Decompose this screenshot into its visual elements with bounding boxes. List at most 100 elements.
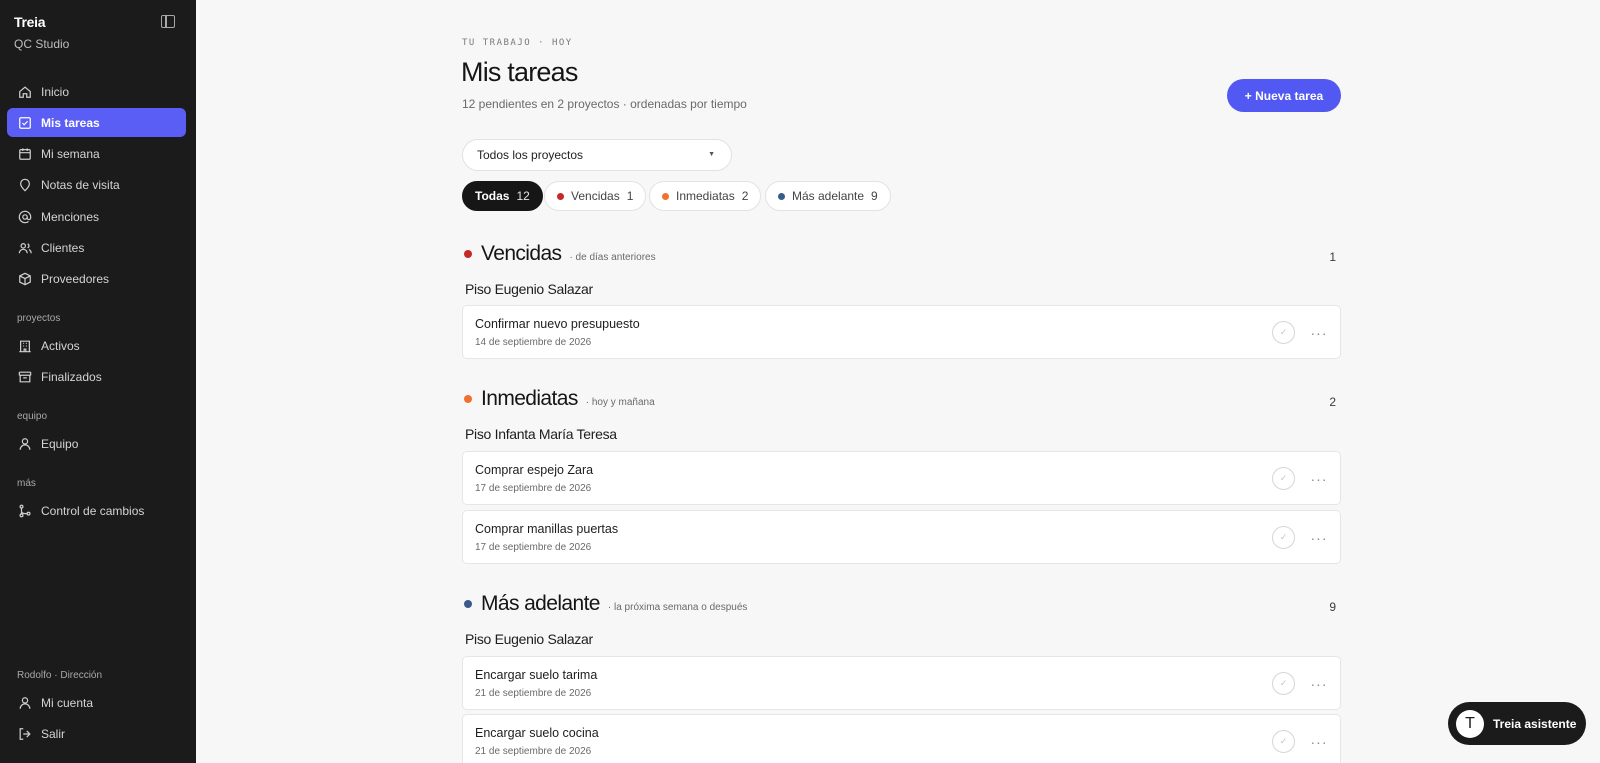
- assistant-label: Treia asistente: [1493, 716, 1577, 731]
- nav-label: Mi semana: [41, 146, 100, 161]
- nav-item-mi-cuenta[interactable]: Mi cuenta: [7, 688, 186, 717]
- nav-item-menciones[interactable]: Menciones: [7, 202, 186, 231]
- complete-check-icon[interactable]: ✓: [1272, 321, 1295, 344]
- nav-label: Salir: [41, 726, 66, 741]
- complete-check-icon[interactable]: ✓: [1272, 730, 1295, 753]
- more-options-icon[interactable]: ···: [1309, 526, 1329, 549]
- task-name: Encargar suelo cocina: [475, 726, 599, 740]
- archive-icon: [18, 370, 32, 384]
- complete-check-icon[interactable]: ✓: [1272, 526, 1295, 549]
- nav-item-proveedores[interactable]: Proveedores: [7, 264, 186, 293]
- sidebar: Treia QC Studio Inicio Mis tareas Mi sem…: [0, 0, 196, 763]
- section-label-mas: más: [17, 478, 36, 489]
- nav-label: Clientes: [41, 240, 85, 255]
- filter-chip-inmediatas[interactable]: Inmediatas 2: [649, 181, 762, 211]
- group-header-vencidas: Vencidas · de días anteriores: [464, 242, 656, 266]
- more-options-icon[interactable]: ···: [1309, 730, 1329, 753]
- task-date: 21 de septiembre de 2026: [475, 688, 592, 699]
- box-icon: [18, 272, 32, 286]
- group-title: Inmediatas: [481, 387, 578, 410]
- assistant-button[interactable]: T Treia asistente: [1448, 702, 1586, 745]
- filter-chip-mas-adelante[interactable]: Más adelante 9: [765, 181, 891, 211]
- status-dot-icon: [464, 250, 472, 258]
- chip-count: 12: [516, 189, 530, 203]
- more-options-icon[interactable]: ···: [1309, 321, 1329, 344]
- group-header-inmediatas: Inmediatas · hoy y mañana: [464, 387, 655, 411]
- complete-check-icon[interactable]: ✓: [1272, 467, 1295, 490]
- task-date: 17 de septiembre de 2026: [475, 483, 592, 494]
- task-date: 21 de septiembre de 2026: [475, 746, 592, 757]
- more-options-icon[interactable]: ···: [1309, 672, 1329, 695]
- nav-label: Equipo: [41, 436, 79, 451]
- task-card[interactable]: Encargar suelo tarima 21 de septiembre d…: [462, 656, 1341, 710]
- location-pin-icon: [18, 178, 32, 192]
- group-count: 1: [1329, 250, 1336, 264]
- nav-item-equipo[interactable]: Equipo: [7, 429, 186, 458]
- filter-chip-todas[interactable]: Todas 12: [462, 181, 543, 211]
- status-dot-icon: [464, 395, 472, 403]
- group-subtitle: · la próxima semana o después: [607, 602, 748, 613]
- more-options-icon[interactable]: ···: [1309, 467, 1329, 490]
- nav-item-notas-de-visita[interactable]: Notas de visita: [7, 170, 186, 199]
- task-card[interactable]: Confirmar nuevo presupuesto 14 de septie…: [462, 305, 1341, 359]
- chip-count: 9: [871, 189, 878, 203]
- nav-item-inicio[interactable]: Inicio: [7, 77, 186, 106]
- task-card[interactable]: Comprar manillas puertas 17 de septiembr…: [462, 510, 1341, 564]
- nav-label: Proveedores: [41, 271, 110, 286]
- group-count: 2: [1329, 395, 1336, 409]
- nav-item-salir[interactable]: Salir: [7, 719, 186, 748]
- nav-label: Mi cuenta: [41, 695, 94, 710]
- group-title: Más adelante: [481, 592, 600, 615]
- new-task-button[interactable]: + Nueva tarea: [1227, 79, 1341, 112]
- nav-label: Inicio: [41, 84, 70, 99]
- page-eyebrow: TU TRABAJO · HOY: [462, 38, 573, 48]
- status-dot-icon: [464, 600, 472, 608]
- complete-check-icon[interactable]: ✓: [1272, 672, 1295, 695]
- section-label-equipo: equipo: [17, 411, 48, 422]
- group-header-mas-adelante: Más adelante · la próxima semana o despu…: [464, 592, 747, 616]
- nav-item-control-de-cambios[interactable]: Control de cambios: [7, 496, 186, 525]
- calendar-icon: [18, 147, 32, 161]
- chip-label: Inmediatas: [676, 189, 735, 203]
- nav-item-mis-tareas[interactable]: Mis tareas: [7, 108, 186, 137]
- chip-label: Vencidas: [571, 189, 620, 203]
- task-card[interactable]: Comprar espejo Zara 17 de septiembre de …: [462, 451, 1341, 505]
- nav-item-finalizados[interactable]: Finalizados: [7, 362, 186, 391]
- task-date: 14 de septiembre de 2026: [475, 337, 592, 348]
- project-name: Piso Eugenio Salazar: [465, 631, 593, 647]
- nav-label: Notas de visita: [41, 177, 120, 192]
- caret-down-icon: ▼: [708, 151, 715, 158]
- chip-label: Todas: [475, 189, 510, 203]
- project-select-value: Todos los proyectos: [477, 148, 584, 162]
- page-subtitle: 12 pendientes en 2 proyectos · ordenadas…: [462, 97, 747, 111]
- group-subtitle: · hoy y mañana: [585, 397, 655, 408]
- project-select[interactable]: Todos los proyectos ▼: [462, 139, 732, 171]
- group-count: 9: [1329, 600, 1336, 614]
- nav-label: Mis tareas: [41, 115, 100, 130]
- group-title: Vencidas: [481, 242, 562, 265]
- workspace-name: QC Studio: [14, 37, 70, 51]
- nav-item-mi-semana[interactable]: Mi semana: [7, 139, 186, 168]
- task-name: Encargar suelo tarima: [475, 668, 598, 682]
- filter-chip-vencidas[interactable]: Vencidas 1: [544, 181, 647, 211]
- task-name: Confirmar nuevo presupuesto: [475, 317, 640, 331]
- task-name: Comprar espejo Zara: [475, 463, 594, 477]
- group-subtitle: · de días anteriores: [569, 252, 656, 263]
- checkbox-icon: [18, 116, 32, 130]
- nav-label: Control de cambios: [41, 503, 145, 518]
- task-card[interactable]: Encargar suelo cocina 21 de septiembre d…: [462, 714, 1341, 763]
- nav-item-activos[interactable]: Activos: [7, 331, 186, 360]
- nav-item-clientes[interactable]: Clientes: [7, 233, 186, 262]
- user-role-label: Rodolfo · Dirección: [17, 670, 103, 681]
- chip-count: 1: [626, 189, 634, 203]
- project-name: Piso Eugenio Salazar: [465, 281, 593, 297]
- chip-count: 2: [741, 189, 749, 203]
- task-date: 17 de septiembre de 2026: [475, 542, 592, 553]
- user-icon: [18, 696, 32, 710]
- sidebar-toggle-icon[interactable]: [161, 15, 175, 28]
- nav-label: Menciones: [41, 209, 100, 224]
- logout-icon: [18, 727, 32, 741]
- project-name: Piso Infanta María Teresa: [465, 426, 617, 442]
- at-icon: [18, 210, 32, 224]
- home-icon: [18, 85, 32, 99]
